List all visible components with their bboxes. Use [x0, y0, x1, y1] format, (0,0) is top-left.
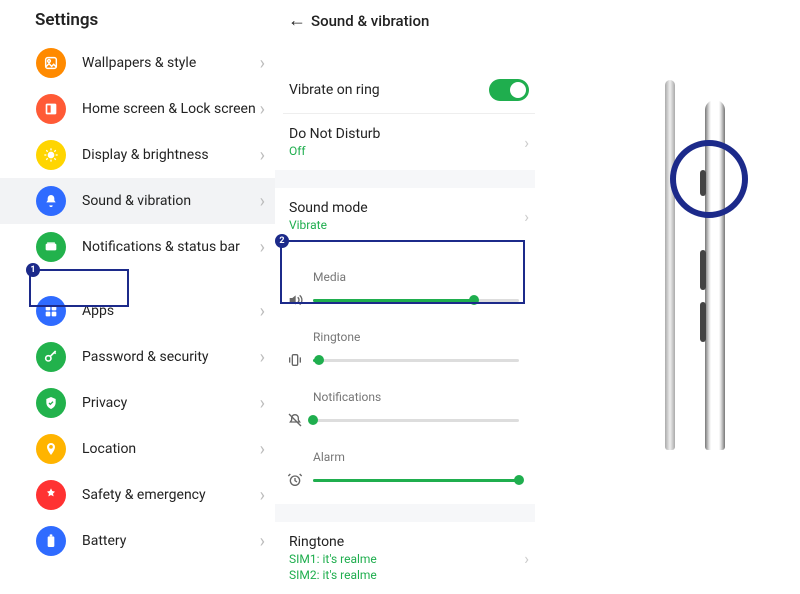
vibrate-icon: [285, 350, 305, 370]
settings-item-notifications[interactable]: Notifications & status bar ›: [0, 224, 275, 270]
chevron-right-icon: ›: [260, 191, 265, 212]
highlight-box-2: [280, 240, 525, 304]
ringtone-slider-row: Ringtone: [283, 320, 527, 380]
chevron-right-icon: ›: [260, 393, 265, 414]
alarm-slider-label: Alarm: [313, 450, 519, 464]
notifications-slider-row: Notifications: [283, 380, 527, 440]
sound-mode-row[interactable]: Sound mode Vibrate ›: [283, 188, 535, 244]
settings-title: Settings: [0, 0, 275, 40]
vibrate-on-ring-row[interactable]: Vibrate on ring: [283, 67, 535, 113]
dnd-row[interactable]: Do Not Disturb Off ›: [283, 113, 535, 170]
highlight-badge-2: 2: [275, 234, 289, 248]
key-icon: [36, 342, 66, 372]
sound-mode-sub: Vibrate: [289, 218, 524, 232]
chevron-right-icon: ›: [260, 531, 265, 552]
alarm-slider[interactable]: [313, 479, 519, 482]
settings-item-label: Display & brightness: [82, 147, 260, 163]
ringtone-slider[interactable]: [313, 359, 519, 362]
chevron-right-icon: ›: [524, 133, 529, 152]
homescreen-icon: [36, 94, 66, 124]
sound-mode-label: Sound mode: [289, 200, 524, 216]
settings-item-label: Home screen & Lock screen: [82, 101, 260, 117]
settings-item-privacy[interactable]: Privacy ›: [0, 380, 275, 426]
settings-item-display[interactable]: Display & brightness ›: [0, 132, 275, 178]
notifications-slider[interactable]: [313, 419, 519, 422]
settings-item-label: Sound & vibration: [82, 193, 260, 209]
highlight-badge-1: 1: [26, 263, 40, 277]
settings-item-sound[interactable]: Sound & vibration ›: [0, 178, 275, 224]
brightness-icon: [36, 140, 66, 170]
settings-item-battery[interactable]: Battery ›: [0, 518, 275, 564]
settings-item-label: Password & security: [82, 349, 260, 365]
highlight-circle: [670, 140, 748, 218]
settings-item-label: Safety & emergency: [82, 487, 260, 503]
chevron-right-icon: ›: [260, 439, 265, 460]
volume-down-button: [700, 302, 706, 342]
sound-title: Sound & vibration: [311, 12, 429, 30]
vibrate-on-ring-toggle[interactable]: [489, 79, 529, 101]
emergency-icon: [36, 480, 66, 510]
chevron-right-icon: ›: [260, 145, 265, 166]
vibrate-on-ring-label: Vibrate on ring: [289, 82, 489, 98]
chevron-right-icon: ›: [524, 207, 529, 226]
ringtone-sim2: SIM2: it's realme: [289, 568, 524, 582]
battery-icon: [36, 526, 66, 556]
sound-header: ← Sound & vibration: [275, 0, 535, 41]
alarm-slider-row: Alarm: [283, 440, 527, 500]
highlight-box-1: [29, 269, 129, 307]
ringtone-slider-label: Ringtone: [313, 330, 519, 344]
chevron-right-icon: ›: [260, 53, 265, 74]
statusbar-icon: [36, 232, 66, 262]
back-arrow-icon[interactable]: ←: [283, 10, 311, 31]
settings-item-label: Location: [82, 441, 260, 457]
ringtone-row[interactable]: Ringtone SIM1: it's realme SIM2: it's re…: [283, 522, 535, 594]
chevron-right-icon: ›: [260, 347, 265, 368]
chevron-right-icon: ›: [524, 549, 529, 568]
dnd-sub: Off: [289, 144, 524, 158]
alarm-icon: [285, 470, 305, 490]
settings-item-label: Battery: [82, 533, 260, 549]
settings-item-label: Notifications & status bar: [82, 239, 260, 255]
settings-item-label: Privacy: [82, 395, 260, 411]
location-icon: [36, 434, 66, 464]
dnd-label: Do Not Disturb: [289, 126, 524, 142]
settings-item-wallpapers[interactable]: Wallpapers & style ›: [0, 40, 275, 86]
bell-off-icon: [285, 410, 305, 430]
shield-icon: [36, 388, 66, 418]
chevron-right-icon: ›: [260, 301, 265, 322]
ringtone-label: Ringtone: [289, 534, 524, 550]
chevron-right-icon: ›: [260, 237, 265, 258]
settings-item-label: Wallpapers & style: [82, 55, 260, 71]
phone-edge-left: [665, 80, 675, 450]
settings-item-safety[interactable]: Safety & emergency ›: [0, 472, 275, 518]
chevron-right-icon: ›: [260, 99, 265, 120]
settings-item-password[interactable]: Password & security ›: [0, 334, 275, 380]
phone-illustration: [545, 0, 800, 543]
settings-item-location[interactable]: Location ›: [0, 426, 275, 472]
notifications-slider-label: Notifications: [313, 390, 519, 404]
ringtone-sim1: SIM1: it's realme: [289, 552, 524, 566]
bell-icon: [36, 186, 66, 216]
settings-item-homescreen[interactable]: Home screen & Lock screen ›: [0, 86, 275, 132]
volume-up-button: [700, 250, 706, 290]
chevron-right-icon: ›: [260, 485, 265, 506]
wallpaper-icon: [36, 48, 66, 78]
